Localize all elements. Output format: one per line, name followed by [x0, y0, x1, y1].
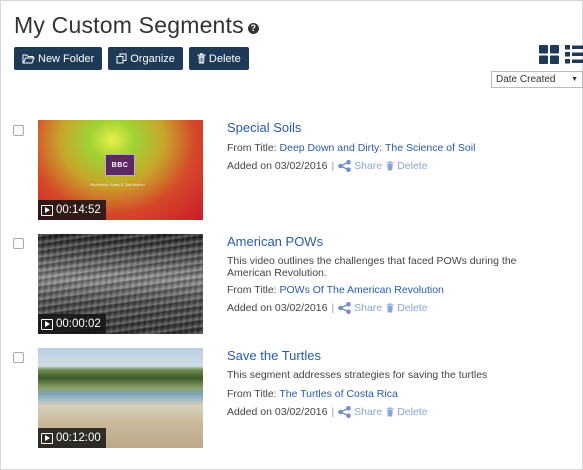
separator: |: [331, 302, 335, 314]
organize-label: Organize: [130, 52, 175, 65]
list-view-icon[interactable]: [565, 45, 583, 64]
segment-meta: Added on 03/02/2016 | Share Delete: [227, 160, 527, 172]
view-toggles: [539, 45, 583, 64]
share-label: Share: [354, 406, 383, 418]
trash-icon: [386, 407, 394, 417]
chevron-down-icon: ▼: [571, 76, 578, 83]
share-link[interactable]: Share: [338, 160, 382, 172]
organize-button[interactable]: Organize: [108, 47, 183, 70]
share-label: Share: [354, 302, 383, 314]
segment-description: This video outlines the challenges that …: [227, 255, 517, 279]
share-icon: [338, 160, 351, 172]
delete-link[interactable]: Delete: [386, 302, 428, 314]
duration-text: 00:12:00: [56, 432, 101, 444]
segment-info: American POWs This video outlines the ch…: [227, 234, 527, 314]
from-title: From Title: POWs Of The American Revolut…: [227, 284, 527, 296]
segment-checkbox[interactable]: [13, 238, 24, 249]
duration-text: 00:00:02: [56, 318, 101, 330]
delete-label: Delete: [397, 302, 428, 314]
delete-label: Delete: [208, 52, 241, 65]
folder-open-icon: [22, 54, 35, 63]
segment-thumbnail[interactable]: BBC Worldwide Sales & Distribution 00:14…: [38, 120, 203, 220]
segment-title-link[interactable]: Save the Turtles: [227, 348, 527, 363]
segment-meta: Added on 03/02/2016 | Share Delete: [227, 302, 527, 314]
from-title: From Title: Deep Down and Dirty: The Sci…: [227, 142, 527, 154]
from-title-link[interactable]: POWs Of The American Revolution: [280, 284, 444, 296]
added-date: Added on 03/02/2016: [227, 160, 328, 172]
bbc-logo: BBC: [105, 154, 135, 176]
new-folder-button[interactable]: New Folder: [14, 47, 103, 70]
from-title: From Title: The Turtles of Costa Rica: [227, 388, 527, 400]
help-icon[interactable]: ?: [247, 23, 259, 34]
separator: |: [331, 406, 335, 418]
segment-thumbnail[interactable]: 00:00:02: [38, 234, 203, 334]
added-date: Added on 03/02/2016: [227, 302, 328, 314]
delete-label: Delete: [397, 160, 428, 172]
from-title-link[interactable]: Deep Down and Dirty: The Science of Soil: [280, 142, 476, 154]
thumb-caption: Worldwide Sales & Distribution: [90, 182, 145, 187]
segment-meta: Added on 03/02/2016 | Share Delete: [227, 406, 527, 418]
share-icon: [338, 302, 351, 314]
page-title-text: My Custom Segments: [14, 12, 244, 38]
page-title: My Custom Segments?: [14, 12, 259, 39]
segment-description: This segment addresses strategies for sa…: [227, 369, 488, 381]
segment-thumbnail[interactable]: 00:12:00: [38, 348, 203, 448]
segment-info: Save the Turtles This segment addresses …: [227, 348, 527, 418]
share-label: Share: [354, 160, 383, 172]
toolbar: New Folder Organize Delete: [14, 47, 249, 70]
sort-select[interactable]: Date Created ▼: [491, 71, 583, 88]
from-label: From Title:: [227, 388, 277, 400]
segment-checkbox[interactable]: [13, 125, 24, 136]
trash-icon: [386, 161, 394, 171]
segment-title-link[interactable]: Special Soils: [227, 120, 527, 135]
added-date: Added on 03/02/2016: [227, 406, 328, 418]
delete-label: Delete: [397, 406, 428, 418]
trash-icon: [197, 53, 206, 64]
share-link[interactable]: Share: [338, 406, 382, 418]
copy-icon: [116, 53, 127, 64]
segment-info: Special Soils From Title: Deep Down and …: [227, 120, 527, 172]
share-icon: [338, 406, 351, 418]
from-title-link[interactable]: The Turtles of Costa Rica: [279, 388, 397, 400]
play-icon: [41, 318, 53, 330]
bbc-logo-text: BBC: [111, 161, 129, 169]
share-link[interactable]: Share: [338, 302, 382, 314]
duration-badge: 00:00:02: [38, 314, 106, 334]
play-icon: [41, 204, 53, 216]
new-folder-label: New Folder: [38, 52, 95, 65]
grid-view-icon[interactable]: [539, 45, 559, 64]
separator: |: [331, 160, 335, 172]
duration-text: 00:14:52: [56, 204, 101, 216]
from-label: From Title:: [227, 142, 277, 154]
delete-link[interactable]: Delete: [386, 406, 428, 418]
from-label: From Title:: [227, 284, 277, 296]
trash-icon: [386, 303, 394, 313]
segment-title-link[interactable]: American POWs: [227, 234, 527, 249]
sort-selected-value: Date Created: [496, 74, 556, 85]
duration-badge: 00:12:00: [38, 428, 106, 448]
segment-checkbox[interactable]: [13, 352, 24, 363]
duration-badge: 00:14:52: [38, 200, 106, 220]
delete-button[interactable]: Delete: [188, 47, 249, 70]
delete-link[interactable]: Delete: [386, 160, 428, 172]
play-icon: [41, 432, 53, 444]
